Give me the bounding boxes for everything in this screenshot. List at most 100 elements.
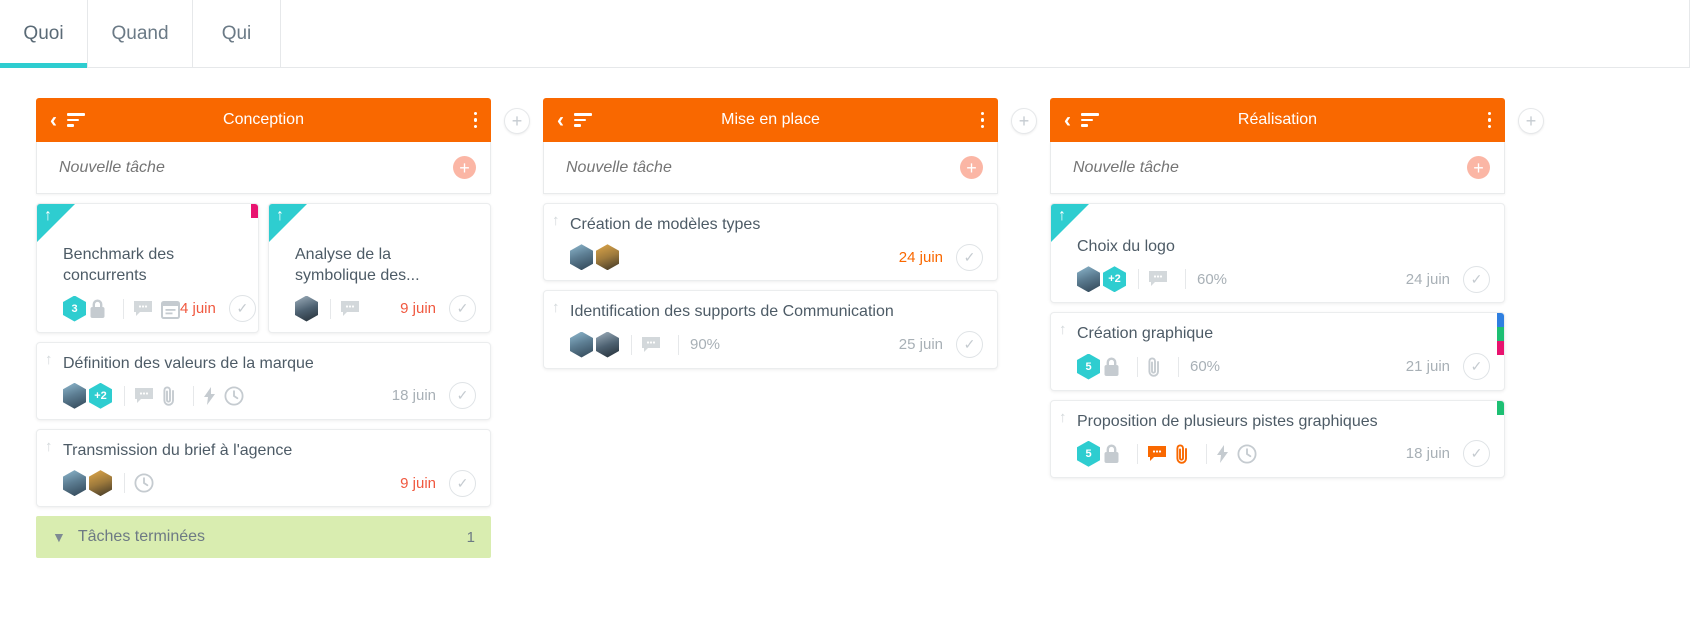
task-list: ↑ Benchmark des concurrents 3 4 juin ✓ ↑ Analy… — [36, 194, 491, 508]
task-title: Identification des supports de Communica… — [570, 303, 894, 321]
due-date[interactable]: 18 juin — [392, 387, 436, 404]
avatar[interactable] — [596, 331, 619, 358]
task-card[interactable]: ↑ Création de modèles types 24 juin ✓ — [543, 203, 998, 282]
due-date[interactable]: 24 juin — [899, 249, 943, 266]
complete-task-button[interactable]: ✓ — [449, 469, 476, 497]
sort-icon[interactable] — [574, 113, 592, 127]
column-menu-icon[interactable] — [473, 111, 477, 129]
comment-icon[interactable] — [641, 336, 661, 354]
avatar[interactable] — [570, 331, 593, 358]
due-date[interactable]: 9 juin — [400, 300, 436, 317]
complete-task-button[interactable]: ✓ — [956, 243, 983, 271]
complete-task-button[interactable]: ✓ — [449, 295, 476, 323]
paperclip-icon[interactable] — [162, 385, 176, 407]
due-date[interactable]: 24 juin — [1406, 271, 1450, 288]
clock-icon[interactable] — [1237, 444, 1257, 464]
column-menu-icon[interactable] — [1487, 111, 1491, 129]
tab-qui[interactable]: Qui — [193, 0, 281, 67]
lock-icon[interactable] — [89, 299, 106, 319]
chevron-down-icon: ▼ — [52, 529, 66, 546]
avatar[interactable] — [596, 244, 619, 271]
tab-bar-filler — [281, 0, 1690, 67]
add-task-button[interactable]: + — [453, 156, 476, 179]
task-card[interactable]: ↑ Benchmark des concurrents 3 4 juin ✓ — [36, 203, 259, 333]
clock-icon[interactable] — [224, 386, 244, 406]
arrow-up-icon[interactable]: ↑ — [552, 213, 560, 228]
task-title: Création de modèles types — [570, 216, 761, 233]
comment-icon[interactable] — [1148, 270, 1168, 288]
task-card[interactable]: ↑ Transmission du brief à l'agence 9 juin ✓ — [36, 428, 491, 508]
complete-task-button[interactable]: ✓ — [956, 331, 983, 359]
subtask-count-badge[interactable]: 5 — [1077, 353, 1100, 380]
new-task-input[interactable] — [566, 158, 960, 177]
due-date[interactable]: 9 juin — [400, 475, 436, 492]
add-task-button[interactable]: + — [1467, 156, 1490, 179]
avatar[interactable] — [1077, 266, 1100, 293]
task-card[interactable]: ↑ Création graphique 5 60% 21 juin ✓ — [1050, 312, 1505, 391]
due-date[interactable]: 18 juin — [1406, 445, 1450, 462]
arrow-up-icon[interactable]: ↑ — [1059, 410, 1067, 425]
complete-task-button[interactable]: ✓ — [1463, 353, 1490, 381]
lock-icon[interactable] — [1103, 357, 1120, 377]
task-list: ↑ Création de modèles types 24 juin ✓ ↑ Ident… — [543, 194, 998, 369]
meta-separator — [1206, 443, 1207, 464]
column-title: Conception — [223, 111, 304, 128]
avatar-overflow-badge[interactable]: +2 — [89, 382, 112, 409]
subtask-count-badge[interactable]: 5 — [1077, 440, 1100, 467]
add-task-button[interactable]: + — [960, 156, 983, 179]
add-column-button[interactable]: + — [504, 108, 530, 134]
comment-icon[interactable] — [133, 300, 153, 318]
comment-orange-icon[interactable] — [1147, 445, 1167, 463]
complete-task-button[interactable]: ✓ — [1463, 440, 1490, 468]
bolt-icon[interactable] — [203, 386, 216, 406]
complete-task-button[interactable]: ✓ — [449, 382, 476, 410]
chevron-left-icon[interactable]: ‹ — [557, 110, 564, 131]
task-card[interactable]: ↑ Choix du logo +2 60% 24 juin ✓ — [1050, 203, 1505, 304]
arrow-up-icon[interactable]: ↑ — [1059, 322, 1067, 337]
complete-task-button[interactable]: ✓ — [228, 295, 256, 323]
arrow-up-icon[interactable]: ↑ — [45, 439, 53, 454]
note-icon[interactable] — [161, 299, 180, 319]
avatar[interactable] — [63, 470, 86, 497]
avatar[interactable] — [295, 295, 318, 322]
arrow-up-icon[interactable]: ↑ — [552, 300, 560, 315]
task-meta-row: 90% 25 juin ✓ — [570, 331, 983, 359]
chevron-left-icon[interactable]: ‹ — [1064, 110, 1071, 131]
subtask-count-badge[interactable]: 3 — [63, 295, 86, 322]
comment-icon[interactable] — [340, 300, 360, 318]
lock-icon[interactable] — [1103, 444, 1120, 464]
column-menu-icon[interactable] — [980, 111, 984, 129]
due-date[interactable]: 4 juin — [180, 300, 216, 317]
due-date[interactable]: 21 juin — [1406, 358, 1450, 375]
new-task-input[interactable] — [1073, 158, 1467, 177]
bolt-icon[interactable] — [1216, 444, 1229, 464]
avatar[interactable] — [570, 244, 593, 271]
chevron-left-icon[interactable]: ‹ — [50, 110, 57, 131]
tab-qui-label: Qui — [221, 22, 252, 44]
clock-icon[interactable] — [134, 473, 154, 493]
task-card[interactable]: ↑ Identification des supports de Communic… — [543, 290, 998, 369]
arrow-up-icon[interactable]: ↑ — [45, 352, 53, 367]
task-meta-row: 3 4 juin ✓ — [63, 295, 256, 323]
add-column-button[interactable]: + — [1518, 108, 1544, 134]
task-card[interactable]: ↑ Analyse de la symbolique des... 9 juin ✓ — [268, 203, 491, 333]
complete-task-button[interactable]: ✓ — [1463, 265, 1490, 293]
avatar[interactable] — [63, 382, 86, 409]
sort-icon[interactable] — [1081, 113, 1099, 127]
paperclip-orange-icon[interactable] — [1175, 443, 1189, 465]
tab-quoi[interactable]: Quoi — [0, 0, 88, 68]
new-task-input[interactable] — [59, 158, 453, 177]
comment-icon[interactable] — [134, 387, 154, 405]
tab-quand[interactable]: Quand — [88, 0, 193, 67]
completed-tasks-bar[interactable]: ▼ Tâches terminées 1 — [36, 516, 491, 559]
avatar-overflow-badge[interactable]: +2 — [1103, 266, 1126, 293]
add-column-button[interactable]: + — [1011, 108, 1037, 134]
task-card[interactable]: ↑ Proposition de plusieurs pistes graphiq… — [1050, 399, 1505, 478]
due-date[interactable]: 25 juin — [899, 336, 943, 353]
sort-icon[interactable] — [67, 113, 85, 127]
task-title: Analyse de la symbolique des... — [295, 246, 420, 285]
task-meta-row: 5 18 juin ✓ — [1077, 440, 1490, 468]
paperclip-icon[interactable] — [1147, 356, 1161, 377]
avatar[interactable] — [89, 470, 112, 497]
task-card[interactable]: ↑ Définition des valeurs de la marque +2 18… — [36, 341, 491, 420]
